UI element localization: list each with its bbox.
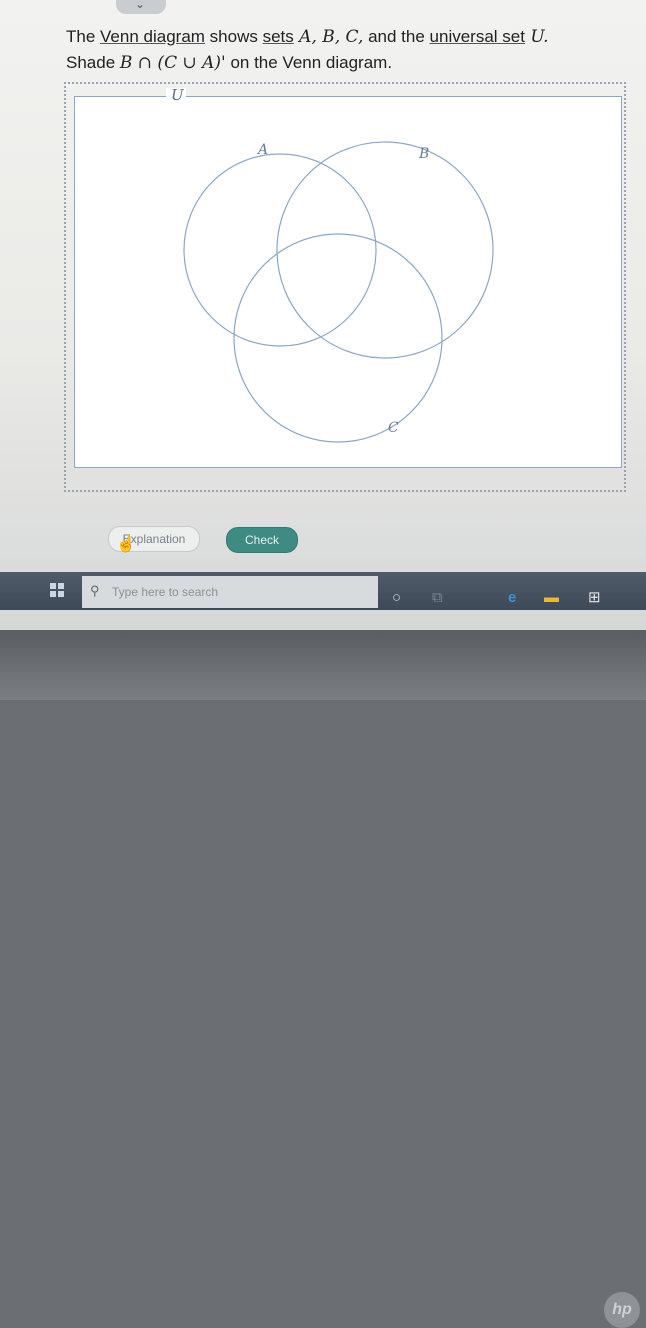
universe-label: U: [171, 86, 185, 104]
set-b-label: B: [418, 146, 429, 162]
search-icon: ⚲: [90, 583, 100, 598]
edge-browser-icon[interactable]: e: [508, 590, 516, 605]
set-c-label: C: [388, 420, 399, 436]
taskbar-search-box[interactable]: ⚲ Type here to search: [82, 576, 378, 608]
store-icon[interactable]: ⊞: [588, 590, 601, 605]
screen: ⌄ The Venn diagram shows sets A, B, C, a…: [0, 0, 646, 630]
windows-start-icon[interactable]: [50, 583, 64, 597]
hp-logo-icon: hp: [604, 1292, 640, 1328]
set-a-region[interactable]: [183, 153, 377, 347]
search-placeholder: Type here to search: [112, 585, 219, 599]
venn-diagram[interactable]: U A B C: [0, 0, 646, 500]
set-c-region[interactable]: [233, 233, 443, 443]
laptop-bezel: hp: [0, 630, 646, 1328]
file-explorer-icon[interactable]: ▬: [544, 590, 559, 605]
set-a-label: A: [256, 142, 268, 158]
set-b-region[interactable]: [276, 141, 494, 359]
hand-cursor-icon: ☝: [116, 536, 136, 553]
task-view-icon[interactable]: ⧉: [432, 590, 443, 605]
cortana-icon[interactable]: ○: [392, 590, 401, 605]
check-button[interactable]: Check: [226, 527, 298, 553]
